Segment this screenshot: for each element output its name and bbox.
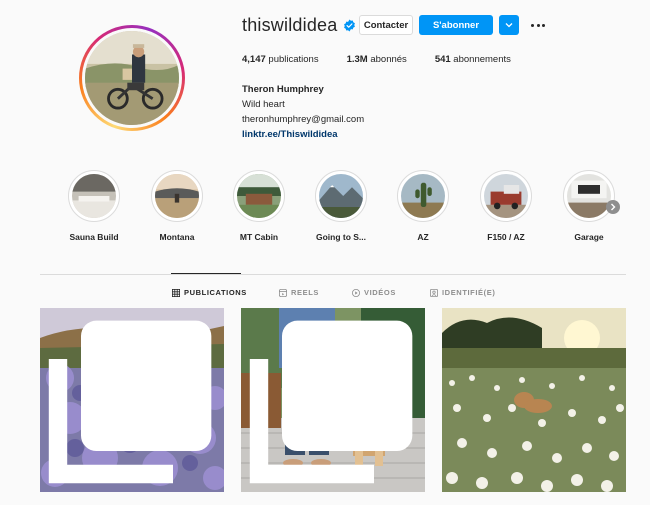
- active-tab-indicator: [171, 273, 241, 274]
- bio-link[interactable]: linktr.ee/Thiswildidea: [242, 127, 364, 142]
- bio-email: theronhumphrey@gmail.com: [242, 114, 365, 125]
- tab-label: VIDÉOS: [364, 288, 396, 297]
- carousel-icon: [249, 320, 413, 484]
- carousel-icon: [48, 320, 212, 484]
- tabs-divider: [40, 274, 626, 275]
- following-count-value: 541: [434, 54, 451, 65]
- highlight-montana[interactable]: Montana: [137, 170, 217, 242]
- posts-count-label: publications: [265, 54, 319, 65]
- profile-bio: Theron Humphrey Wild heart theronhumphre…: [242, 82, 364, 142]
- highlight-label: F150 / AZ: [487, 232, 525, 242]
- reels-icon: [279, 288, 287, 297]
- more-options-icon[interactable]: [529, 16, 547, 34]
- post-image: [442, 308, 626, 492]
- post-thumbnail[interactable]: [40, 308, 224, 492]
- story-highlights: Sauna Build Montana MT Cabin Going to S.…: [0, 170, 650, 245]
- following-count[interactable]: 541 abonnements: [435, 54, 511, 65]
- avatar[interactable]: [85, 31, 179, 125]
- highlight-cover: [567, 174, 611, 218]
- followers-count[interactable]: 1.3M abonnés: [347, 54, 407, 65]
- highlight-label: AZ: [417, 232, 429, 242]
- grid-icon: [172, 288, 180, 297]
- tag-icon: [430, 288, 438, 297]
- verified-badge-icon: [344, 19, 356, 31]
- contact-button[interactable]: Contacter: [359, 15, 413, 35]
- tab-label: IDENTIFIÉ(E): [442, 288, 496, 297]
- post-thumbnail[interactable]: [241, 308, 425, 492]
- highlight-cover: [484, 174, 528, 218]
- highlight-cover: [319, 174, 363, 218]
- highlight-label: Going to S...: [315, 232, 367, 242]
- username-row: thiswildidea: [242, 12, 356, 38]
- highlight-label: MT Cabin: [239, 232, 279, 242]
- highlight-label: Sauna Build: [69, 232, 119, 242]
- full-name: Theron Humphrey: [242, 84, 324, 95]
- chevron-down-icon: [505, 23, 513, 28]
- follow-button[interactable]: S'abonner: [419, 15, 493, 35]
- highlight-going-to-s[interactable]: Going to S...: [301, 170, 381, 242]
- followers-count-label: abonnés: [367, 54, 407, 65]
- highlight-cover: [401, 174, 445, 218]
- followers-count-value: 1.3M: [346, 54, 368, 65]
- profile-avatar-ring[interactable]: [79, 25, 185, 131]
- play-icon: [352, 288, 360, 297]
- highlight-label: Montana: [159, 232, 195, 242]
- following-count-label: abonnements: [450, 54, 511, 65]
- highlight-cover: [237, 174, 281, 218]
- highlight-sauna-build[interactable]: Sauna Build: [54, 170, 134, 242]
- tab-tagged[interactable]: IDENTIFIÉ(E): [430, 288, 495, 297]
- bio-text: Wild heart: [242, 99, 285, 110]
- suggested-accounts-button[interactable]: [499, 15, 519, 35]
- highlight-label: Garage: [574, 232, 604, 242]
- username: thiswildidea: [242, 14, 338, 35]
- post-thumbnail[interactable]: [442, 308, 626, 492]
- profile-stats: 4,147 publications 1.3M abonnés 541 abon…: [242, 54, 539, 65]
- highlight-f150-az[interactable]: F150 / AZ: [466, 170, 546, 242]
- tab-videos[interactable]: VIDÉOS: [352, 288, 396, 297]
- tab-label: REELS: [291, 288, 320, 297]
- tab-label: PUBLICATIONS: [184, 288, 247, 297]
- highlight-az[interactable]: AZ: [383, 170, 463, 242]
- posts-count: 4,147 publications: [242, 54, 319, 65]
- highlights-next-arrow-icon[interactable]: [606, 200, 620, 214]
- highlight-cover: [72, 174, 116, 218]
- posts-count-value: 4,147: [242, 54, 266, 65]
- highlight-cover: [155, 174, 199, 218]
- tab-reels[interactable]: REELS: [279, 288, 319, 297]
- highlight-mt-cabin[interactable]: MT Cabin: [219, 170, 299, 242]
- tab-publications[interactable]: PUBLICATIONS: [172, 288, 247, 297]
